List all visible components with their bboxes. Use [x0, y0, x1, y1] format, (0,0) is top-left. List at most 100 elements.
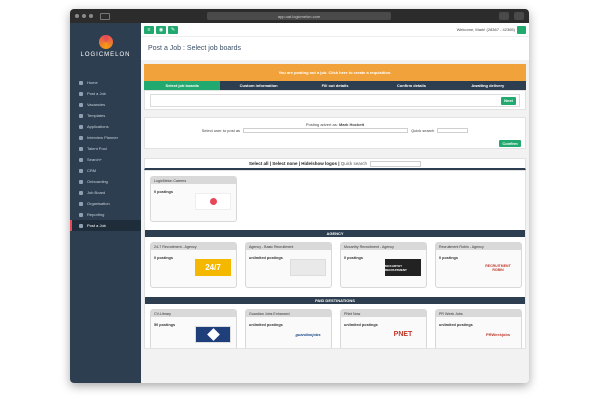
sidebar-item-applications[interactable]: Applications — [70, 121, 141, 132]
menu-icon[interactable]: ≡ — [144, 25, 154, 34]
boards-quick-search-label: Quick search — [340, 161, 368, 166]
boards-quick-search-input[interactable] — [370, 160, 422, 167]
board-logo: RECRUITMENT ROBIN — [485, 263, 511, 272]
tabs-icon[interactable] — [514, 12, 524, 20]
address-bar[interactable]: app.uat.logicmelon.com — [207, 12, 391, 20]
step-4: Confirm details — [396, 83, 426, 88]
step-2: Custom information — [239, 83, 278, 88]
sidebar-item-post-a-job[interactable]: Post a Job — [70, 88, 141, 99]
browser-titlebar: app.uat.logicmelon.com — [70, 9, 529, 23]
home-icon — [79, 80, 83, 85]
board-card[interactable]: PR Week Jobs unlimited postings PRWeekjobs — [435, 309, 522, 348]
close-window-icon[interactable] — [75, 14, 79, 18]
sidebar-item-home[interactable]: Home — [70, 77, 141, 88]
posting-as-label: Posting advert as: — [305, 122, 338, 127]
sidebar-toggle-icon[interactable] — [100, 12, 110, 20]
next-button[interactable]: Next — [501, 96, 516, 105]
select-user-dropdown[interactable] — [243, 128, 409, 133]
sidebar-item-templates[interactable]: Templates — [70, 110, 141, 121]
sidebar-item-crm[interactable]: CRM — [70, 165, 141, 176]
sidebar-item-reporting[interactable]: Reporting — [70, 209, 141, 220]
board-card-postings: unlimited postings — [249, 256, 283, 260]
board-card-postings: 0 postings — [344, 256, 363, 260]
user-quick-search-input[interactable] — [437, 128, 469, 133]
minimize-window-icon[interactable] — [82, 14, 86, 18]
board-card-name: Agency - Basic Recruitment — [246, 243, 331, 250]
sidebar-item-onboarding[interactable]: Onboarding — [70, 176, 141, 187]
board-card[interactable]: PNet Now unlimited postings PNET — [340, 309, 427, 348]
users-icon — [79, 146, 83, 151]
settings-icon[interactable]: ✎ — [168, 25, 178, 34]
requisition-banner[interactable]: You are posting out a job. Click here to… — [144, 64, 526, 81]
board-card[interactable]: Recruitment Robin - Agency 0 postings RECR… — [435, 242, 522, 288]
sidebar-item-label: CRM — [87, 168, 97, 173]
sidebar-item-vacancies[interactable]: Vacancies — [70, 99, 141, 110]
share-icon[interactable] — [499, 12, 509, 20]
sidebar-item-label: Templates — [87, 113, 106, 118]
paid-section-header: PAID DESTINATIONS — [145, 297, 525, 304]
logicmelon-board-logo — [195, 193, 231, 210]
document-icon — [79, 113, 83, 118]
logicmelon-logo[interactable]: LOGICMELON — [70, 23, 141, 69]
next-panel-box: Next — [150, 93, 520, 107]
next-panel: Next — [144, 90, 526, 110]
step-3: Fill out details — [321, 83, 349, 88]
user-quick-search-label: Quick search — [411, 128, 435, 133]
board-card-name: Mccarthy Recruitment - Agency — [341, 243, 426, 250]
board-card[interactable]: 24-7 Recruitment - Agency 0 postings 24/7 — [150, 242, 237, 288]
edit-icon — [79, 223, 83, 228]
board-card-name: LogicMelon Careers — [151, 177, 236, 184]
select-user-label: Select user to post as — [201, 128, 241, 133]
address-bar-url: app.uat.logicmelon.com — [277, 13, 321, 19]
agency-section-header: AGENCY — [145, 230, 525, 237]
board-card-name: 24-7 Recruitment - Agency — [151, 243, 236, 250]
sidebar-item-organisation[interactable]: Organisation — [70, 198, 141, 209]
board-logo: guardianjobs — [295, 332, 321, 337]
logout-button[interactable] — [517, 25, 526, 34]
inbox-icon — [79, 124, 83, 129]
board-card[interactable]: Guardian Jobs Enhanced unlimited postings… — [245, 309, 332, 348]
sidebar-item-search[interactable]: Search+ — [70, 154, 141, 165]
calendar-icon — [79, 135, 83, 140]
sidebar-nav: Home Post a Job Vacancies Templates Applicat… — [70, 77, 141, 231]
filter-bar: Select all | Select none | Hide/show log… — [144, 158, 526, 170]
board-card-postings: 0 postings — [154, 256, 173, 260]
board-card-logicmelon-careers[interactable]: LogicMelon Careers 0 postings — [150, 176, 237, 222]
maximize-window-icon[interactable] — [89, 14, 93, 18]
logo-text: LOGICMELON — [80, 51, 131, 58]
board-card-name: Guardian Jobs Enhanced — [246, 310, 331, 317]
board-card-postings: unlimited postings — [344, 323, 378, 327]
list-icon — [79, 190, 83, 195]
hide-show-logos-link[interactable]: Hide/show logos — [301, 161, 337, 166]
board-card-postings: 0 postings — [439, 256, 458, 260]
clipboard-icon — [79, 179, 83, 184]
posting-as-name: Mark Hockett — [339, 122, 365, 127]
board-card[interactable]: CV-Library 50 postings — [150, 309, 237, 348]
board-card[interactable]: Mccarthy Recruitment - Agency 0 postings M… — [340, 242, 427, 288]
board-card-name: PR Week Jobs — [436, 310, 521, 317]
view-icon[interactable]: ◉ — [156, 25, 166, 34]
step-1: Select job boards — [144, 81, 221, 90]
board-card-name: CV-Library — [151, 310, 236, 317]
confirm-button[interactable]: Confirm — [499, 140, 521, 147]
page-title: Post a Job : Select job boards — [141, 36, 529, 60]
board-logo: PRWeekjobs — [485, 332, 511, 337]
sidebar-item-job-board[interactable]: Job Board — [70, 187, 141, 198]
select-none-link[interactable]: Select none — [272, 161, 297, 166]
sidebar-item-talent-pool[interactable]: Talent Pool — [70, 143, 141, 154]
board-card-name: Recruitment Robin - Agency — [436, 243, 521, 250]
select-all-link[interactable]: Select all — [249, 161, 269, 166]
sidebar-item-label: Talent Pool — [87, 146, 107, 151]
posting-as-text: Posting advert as: Mark Hockett — [145, 122, 525, 127]
board-logo — [195, 326, 231, 343]
sidebar-item-interview-planner[interactable]: Interview Planner — [70, 132, 141, 143]
sidebar-item-post-a-job[interactable]: Post a Job — [70, 220, 141, 231]
briefcase-icon — [79, 102, 83, 107]
sidebar-item-label: Job Board — [87, 190, 106, 195]
topbar: ≡ ◉ ✎ Welcome, Mark! (28367 - 42365) — [141, 23, 529, 36]
main-content: ≡ ◉ ✎ Welcome, Mark! (28367 - 42365) Pos… — [141, 23, 529, 383]
board-card[interactable]: Agency - Basic Recruitment unlimited post… — [245, 242, 332, 288]
search-icon — [79, 157, 83, 162]
building-icon — [79, 201, 83, 206]
job-boards-list: LogicMelon Careers 0 postings AGENCY 24-… — [144, 170, 526, 349]
